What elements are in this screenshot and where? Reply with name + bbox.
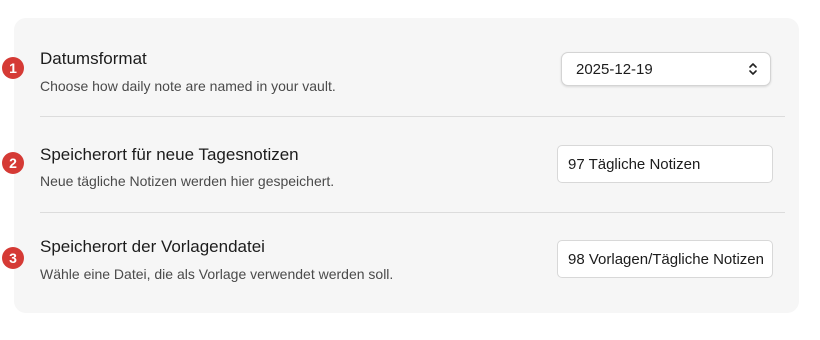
setting-row-template-location: 3 Speicherort der Vorlagendatei Wähle ei… [2,213,799,309]
setting-title: Datumsformat [40,49,147,68]
step-badge: 2 [2,152,24,174]
setting-description: Choose how daily note are named in your … [40,78,336,94]
setting-description: Neue tägliche Notizen werden hier gespei… [40,173,335,189]
template-file-input[interactable] [558,241,772,277]
step-badge: 1 [2,57,24,79]
new-notes-folder-input[interactable] [558,146,772,182]
setting-row-date-format: 1 Datumsformat Choose how daily note are… [2,18,799,114]
step-badge: 3 [2,247,24,269]
setting-title: Speicherort der Vorlagendatei [40,237,265,256]
date-format-value: 2025-12-19 [576,61,653,78]
chevron-up-down-icon [749,63,757,75]
settings-panel: 1 Datumsformat Choose how daily note are… [2,18,799,313]
date-format-select[interactable]: 2025-12-19 [561,52,771,86]
new-notes-folder-field-wrapper [557,145,773,183]
setting-row-new-notes-location: 2 Speicherort für neue Tagesnotizen Neue… [2,117,799,213]
setting-title: Speicherort für neue Tagesnotizen [40,145,299,164]
template-file-field-wrapper [557,240,773,278]
setting-description: Wähle eine Datei, die als Vorlage verwen… [40,266,394,282]
